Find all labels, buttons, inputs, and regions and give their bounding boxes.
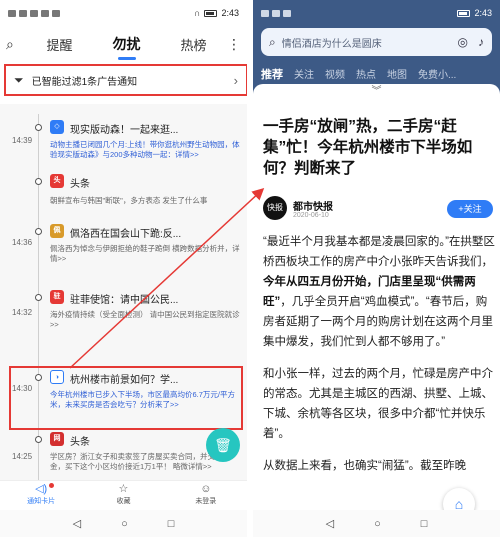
app-icon: 佩 <box>50 224 64 238</box>
system-nav-bar: ◁ ○ □ <box>0 510 247 537</box>
tab-video[interactable]: 视频 <box>325 66 345 82</box>
bottom-nav: ◁) 通知卡片 ☆ 收藏 ☺ 未登录 <box>0 480 247 510</box>
tab-bar: ⌕ 提醒 勿扰 热榜 ⋮ <box>0 26 247 62</box>
channel-tabs: 推荐 关注 视频 热点 地图 免费小... <box>261 66 497 82</box>
author-bar: 快报 都市快报 2020-06-10 +关注 <box>263 196 493 222</box>
search-input[interactable]: ⌕ 情侣酒店为什么是圆床 ◎ ♪ <box>261 28 492 56</box>
toutiao-icon: 头 <box>50 174 64 188</box>
tab-hot[interactable]: 热点 <box>356 66 376 82</box>
tab-map[interactable]: 地图 <box>387 66 407 82</box>
user-icon: ☺ <box>200 483 212 495</box>
home-icon[interactable]: ○ <box>121 518 128 530</box>
chevron-down-icon[interactable]: ︾ <box>253 84 500 100</box>
netease-icon: 网 <box>50 432 64 446</box>
battery-icon <box>204 9 218 17</box>
bookmark-icon: ☆ <box>118 483 129 495</box>
app-icon: 驻 <box>50 290 64 304</box>
recents-icon[interactable]: □ <box>421 518 428 530</box>
article-title: 一手房“放闸”热，二手房“赶集”忙！今年杭州楼市下半场如何？判断来了 <box>263 118 473 177</box>
search-icon: ⌕ <box>269 34 276 49</box>
home-icon[interactable]: ⌂ <box>443 488 475 510</box>
follow-button[interactable]: +关注 <box>447 200 493 218</box>
article-sheet: ︾ 一手房“放闸”热，二手房“赶集”忙！今年杭州楼市下半场如何？判断来了 快报 … <box>253 84 500 510</box>
headset-icon: ∩ <box>194 8 201 18</box>
nav-user[interactable]: ☺ 未登录 <box>165 481 247 510</box>
publish-date: 2020-06-10 <box>293 212 329 219</box>
author-name[interactable]: 都市快报 <box>293 198 333 213</box>
status-bar: 2:43 <box>253 0 500 26</box>
search-icon[interactable]: ⌕ <box>6 36 26 53</box>
tab-recommend[interactable]: 推荐 <box>261 66 283 82</box>
recents-icon[interactable]: □ <box>168 518 175 530</box>
tab-hot-list[interactable]: 热榜 <box>160 35 227 54</box>
app-icon: ◇ <box>50 120 64 134</box>
trash-icon[interactable]: 🗑 <box>206 428 240 462</box>
right-phone-screen: 2:43 ⌕ 情侣酒店为什么是圆床 ◎ ♪ 推荐 关注 视频 热点 地图 免费小.… <box>253 0 500 537</box>
back-icon[interactable]: ◁ <box>73 517 81 530</box>
camera-icon[interactable]: ◎ <box>458 35 468 49</box>
more-vertical-icon[interactable]: ⋮ <box>227 36 241 53</box>
home-icon[interactable]: ○ <box>374 518 381 530</box>
list-item[interactable]: 14:36 佩 佩洛西在国会山下跪:反... 佩洛西为悼念与伊朗拒绝的鞋子跪倒 … <box>0 222 247 282</box>
tab-free[interactable]: 免费小... <box>418 66 456 82</box>
tab-reminder[interactable]: 提醒 <box>26 35 93 54</box>
status-time: 2:43 <box>221 8 239 18</box>
left-phone-screen: ∩ 2:43 ⌕ 提醒 勿扰 热榜 ⋮ ⏷ 已智能过滤1条广告通知 › 14:39… <box>0 0 247 537</box>
highlight-box <box>9 366 243 430</box>
filter-notice-text: 已智能过滤1条广告通知 <box>31 76 138 88</box>
filter-notice-bar[interactable]: ⏷ 已智能过滤1条广告通知 › <box>4 64 247 96</box>
nav-notification-card[interactable]: ◁) 通知卡片 <box>0 481 82 510</box>
status-bar: ∩ 2:43 <box>0 0 247 26</box>
tab-follow[interactable]: 关注 <box>294 66 314 82</box>
tab-do-not-disturb[interactable]: 勿扰 <box>93 34 160 60</box>
list-item[interactable]: 14:32 驻 驻菲使馆：请中国公民... 海外疫情持续（受全面检测） 请中国公… <box>0 288 247 348</box>
system-nav-bar: ◁ ○ □ <box>253 510 500 537</box>
battery-icon <box>457 9 471 17</box>
list-item[interactable]: 14:39 ◇ 现实版动森！一起来逛... 动物主播已闭园几个月:上线！带你逛杭… <box>0 118 247 178</box>
back-icon[interactable]: ◁ <box>326 517 334 530</box>
chevron-right-icon: › <box>233 72 238 88</box>
notification-card-icon: ◁) <box>0 483 82 496</box>
article-body: “最近半个月我基本都是凌晨回家的。”在拱墅区桥西板块工作的房产中介小张昨天告诉我… <box>263 236 495 472</box>
filter-icon: ⏷ <box>14 72 24 87</box>
author-avatar[interactable]: 快报 <box>263 196 287 220</box>
nav-bookmark[interactable]: ☆ 收藏 <box>82 481 164 510</box>
mic-icon[interactable]: ♪ <box>478 35 484 49</box>
